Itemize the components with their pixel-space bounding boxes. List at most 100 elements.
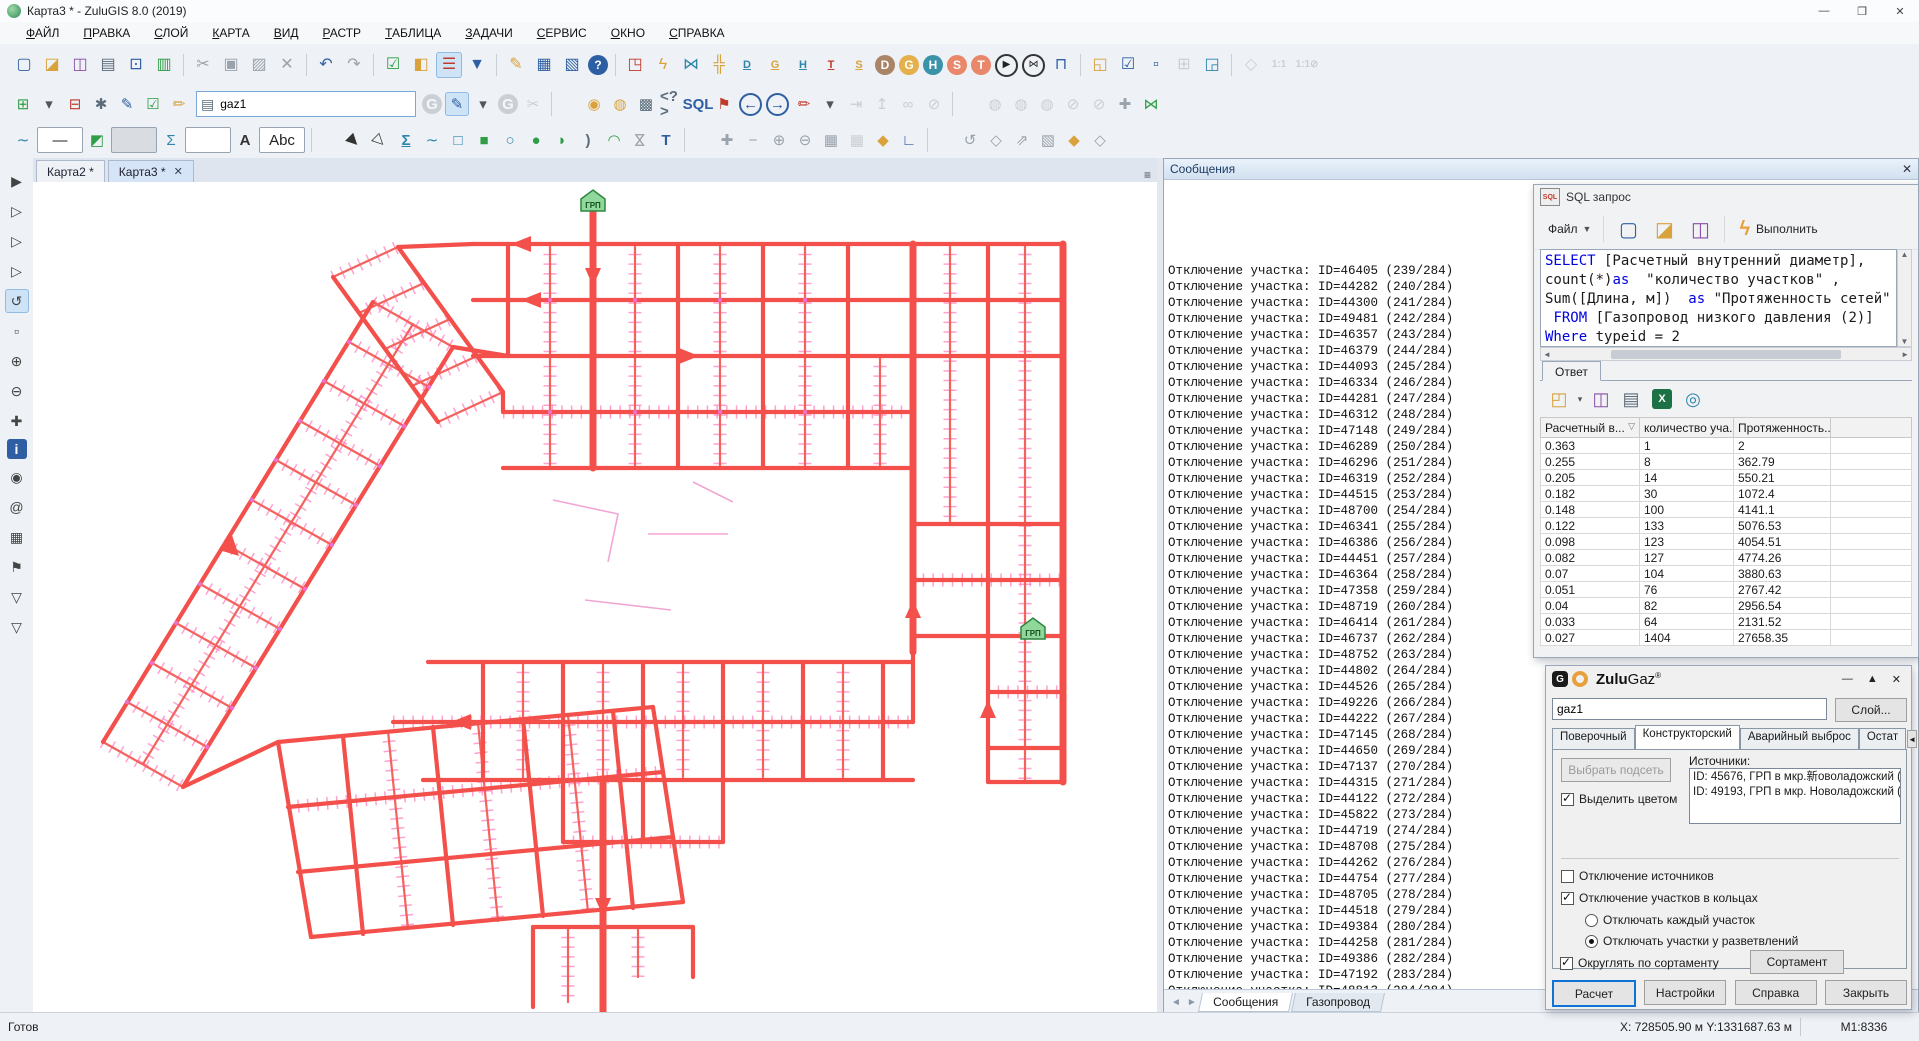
new-query-icon[interactable]: ▢	[1611, 214, 1645, 244]
text-tool-icon[interactable]: T	[654, 128, 678, 152]
menu-item[interactable]: ТАБЛИЦА	[373, 24, 453, 42]
mode-d-icon[interactable]: D	[875, 55, 895, 75]
messages-close-icon[interactable]: ✕	[1902, 162, 1912, 176]
menu-item[interactable]: ФАЙЛ	[14, 24, 71, 42]
scale-1-1-icon[interactable]: 1:1	[1266, 52, 1292, 78]
text-sample-button[interactable]: Abc	[259, 127, 305, 153]
save-query-icon[interactable]: ◫	[1683, 214, 1717, 244]
disable-ring-sections-option[interactable]: Отключение участков в кольцах	[1561, 891, 1758, 905]
layer-edit-icon[interactable]: ✎	[115, 92, 139, 116]
web-export-icon[interactable]: ◎	[1678, 385, 1708, 413]
filter-icon[interactable]: ▽	[5, 585, 29, 609]
settings-button[interactable]: Настройки	[1644, 980, 1726, 1005]
symbol-node-icon[interactable]: Σ	[394, 128, 418, 152]
report-icon[interactable]: ▥	[151, 52, 177, 78]
text-style-icon[interactable]: A	[233, 128, 257, 152]
file-menu-button[interactable]: Файл▼	[1542, 218, 1597, 240]
replay-icon[interactable]: ⋈	[1022, 54, 1045, 77]
mode-t-icon[interactable]: T	[971, 55, 991, 75]
grp-marker-top[interactable]: ГРП	[581, 190, 605, 211]
zulugaz-tab[interactable]: Конструкторский	[1635, 725, 1740, 750]
zoom-out-icon[interactable]: ⊖	[5, 379, 29, 403]
task-list-icon[interactable]: ☑	[380, 52, 406, 78]
print-map-icon[interactable]: ◱	[1087, 52, 1113, 78]
sql-query-icon[interactable]: SQL	[686, 92, 710, 116]
menu-item[interactable]: ПРАВКА	[71, 24, 142, 42]
mode-h-icon[interactable]: H	[923, 55, 943, 75]
radio-selected-icon[interactable]	[1585, 935, 1598, 948]
filled-rect-tool-icon[interactable]: ■	[472, 128, 496, 152]
table-row[interactable]: 0.0821274774.26	[1541, 550, 1912, 566]
minimize-button[interactable]: —	[1805, 1, 1843, 22]
table-row[interactable]: 0.051762767.42	[1541, 582, 1912, 598]
zulugaz-tab[interactable]: Остат	[1859, 728, 1906, 750]
graph-t-icon[interactable]: T	[818, 52, 844, 78]
layer-remove-icon[interactable]: ⊟	[63, 92, 87, 116]
line-sample-button[interactable]: —	[37, 127, 83, 153]
zulugaz-tab[interactable]: Аварийный выброс	[1740, 728, 1859, 750]
tab-list-icon[interactable]: ≡	[1144, 168, 1151, 182]
layer-combo-input[interactable]	[218, 96, 372, 112]
layer-draw-icon[interactable]: ✏	[167, 92, 191, 116]
chevron-down-icon[interactable]: ▾	[1575, 386, 1585, 412]
table-row[interactable]: 0.1481004141.1	[1541, 502, 1912, 518]
paste-icon[interactable]: ▨	[246, 52, 272, 78]
layers-folder-icon[interactable]: ◧	[408, 52, 434, 78]
nav-back-icon[interactable]: ←	[739, 93, 762, 116]
checkbox-icon[interactable]	[1561, 870, 1574, 883]
print-options-icon[interactable]: ☑	[1115, 52, 1141, 78]
pointer-select-icon[interactable]: ▷	[5, 199, 29, 223]
help-icon[interactable]: ?	[588, 55, 608, 75]
pointer-query-icon[interactable]: ▷	[5, 259, 29, 283]
column-header-diameter[interactable]: Расчетный в...▽	[1541, 418, 1640, 438]
shape-move-icon[interactable]: ▧	[1036, 128, 1060, 152]
area-style-icon[interactable]: ◩	[85, 128, 109, 152]
layer-combobox[interactable]: ▤	[196, 91, 416, 117]
find-color-icon[interactable]: ▩	[634, 92, 658, 116]
print-icon[interactable]: ▤	[95, 52, 121, 78]
refresh-icon[interactable]: ↺	[5, 289, 29, 313]
undo-icon[interactable]: ↶	[313, 52, 339, 78]
diamond-icon[interactable]: ◇	[1088, 128, 1112, 152]
restrict-3-icon[interactable]: ◍	[1035, 92, 1059, 116]
tabs-left-icon[interactable]: ◄	[1168, 997, 1184, 1008]
result-table-header[interactable]: Расчетный в...▽ количество уча... Протяж…	[1541, 418, 1912, 438]
table-row[interactable]: 0.033642131.52	[1541, 614, 1912, 630]
hourglass-tool-icon[interactable]: ⋈	[628, 128, 652, 152]
menu-item[interactable]: РАСТР	[311, 24, 374, 42]
tab-karta2[interactable]: Карта2 *	[36, 160, 105, 182]
minimize-icon[interactable]: —	[1842, 673, 1853, 686]
sources-listbox[interactable]: ID: 45676, ГРП в мкр.新оволадожский (ID: …	[1689, 768, 1901, 824]
save-result-icon[interactable]: ◫	[1586, 385, 1616, 413]
redo-icon[interactable]: ↷	[341, 52, 367, 78]
info-icon[interactable]: i	[7, 439, 27, 459]
rect-tool-icon[interactable]: □	[446, 128, 470, 152]
zoom-in-icon[interactable]: ⊕	[5, 349, 29, 373]
cut-object-icon[interactable]: ✂	[521, 92, 545, 116]
flag-icon[interactable]: ⚑	[5, 555, 29, 579]
legend-icon[interactable]: ▦	[5, 525, 29, 549]
tabs-right-icon[interactable]: ►	[1184, 997, 1200, 1008]
remove-vertex-icon[interactable]: ⊖	[793, 128, 817, 152]
world-icon[interactable]: @	[5, 495, 29, 519]
remove-node-icon[interactable]: −	[741, 128, 765, 152]
scale-1-1-off-icon[interactable]: 1:1⊘	[1294, 52, 1320, 78]
map-canvas[interactable]: ГРП ГРП	[33, 182, 1157, 1012]
snap-icon[interactable]: ◆	[871, 128, 895, 152]
menu-item[interactable]: СЕРВИС	[525, 24, 599, 42]
export-object-icon[interactable]: ⇥	[844, 92, 868, 116]
layer-check-icon[interactable]: ☑	[141, 92, 165, 116]
sql-window-title-bar[interactable]: SQL SQL запрос	[1534, 185, 1918, 209]
open-query-icon[interactable]: ◪	[1647, 214, 1681, 244]
open-file-icon[interactable]: ◪	[39, 52, 65, 78]
checkbox-checked-icon[interactable]	[1561, 892, 1574, 905]
highlight-color-option[interactable]: Выделить цветом	[1561, 792, 1677, 806]
menu-item[interactable]: СЛОЙ	[142, 24, 200, 42]
print-preview-icon[interactable]: ⊡	[123, 52, 149, 78]
path-move-icon[interactable]: ⇗	[1010, 128, 1034, 152]
find-key-icon[interactable]: ◉	[582, 92, 606, 116]
dropdown-icon[interactable]: ▾	[818, 92, 842, 116]
restrict-1-icon[interactable]: ◍	[983, 92, 1007, 116]
excel-export-icon[interactable]: X	[1652, 389, 1672, 409]
layer-button[interactable]: Слой...	[1835, 698, 1907, 722]
